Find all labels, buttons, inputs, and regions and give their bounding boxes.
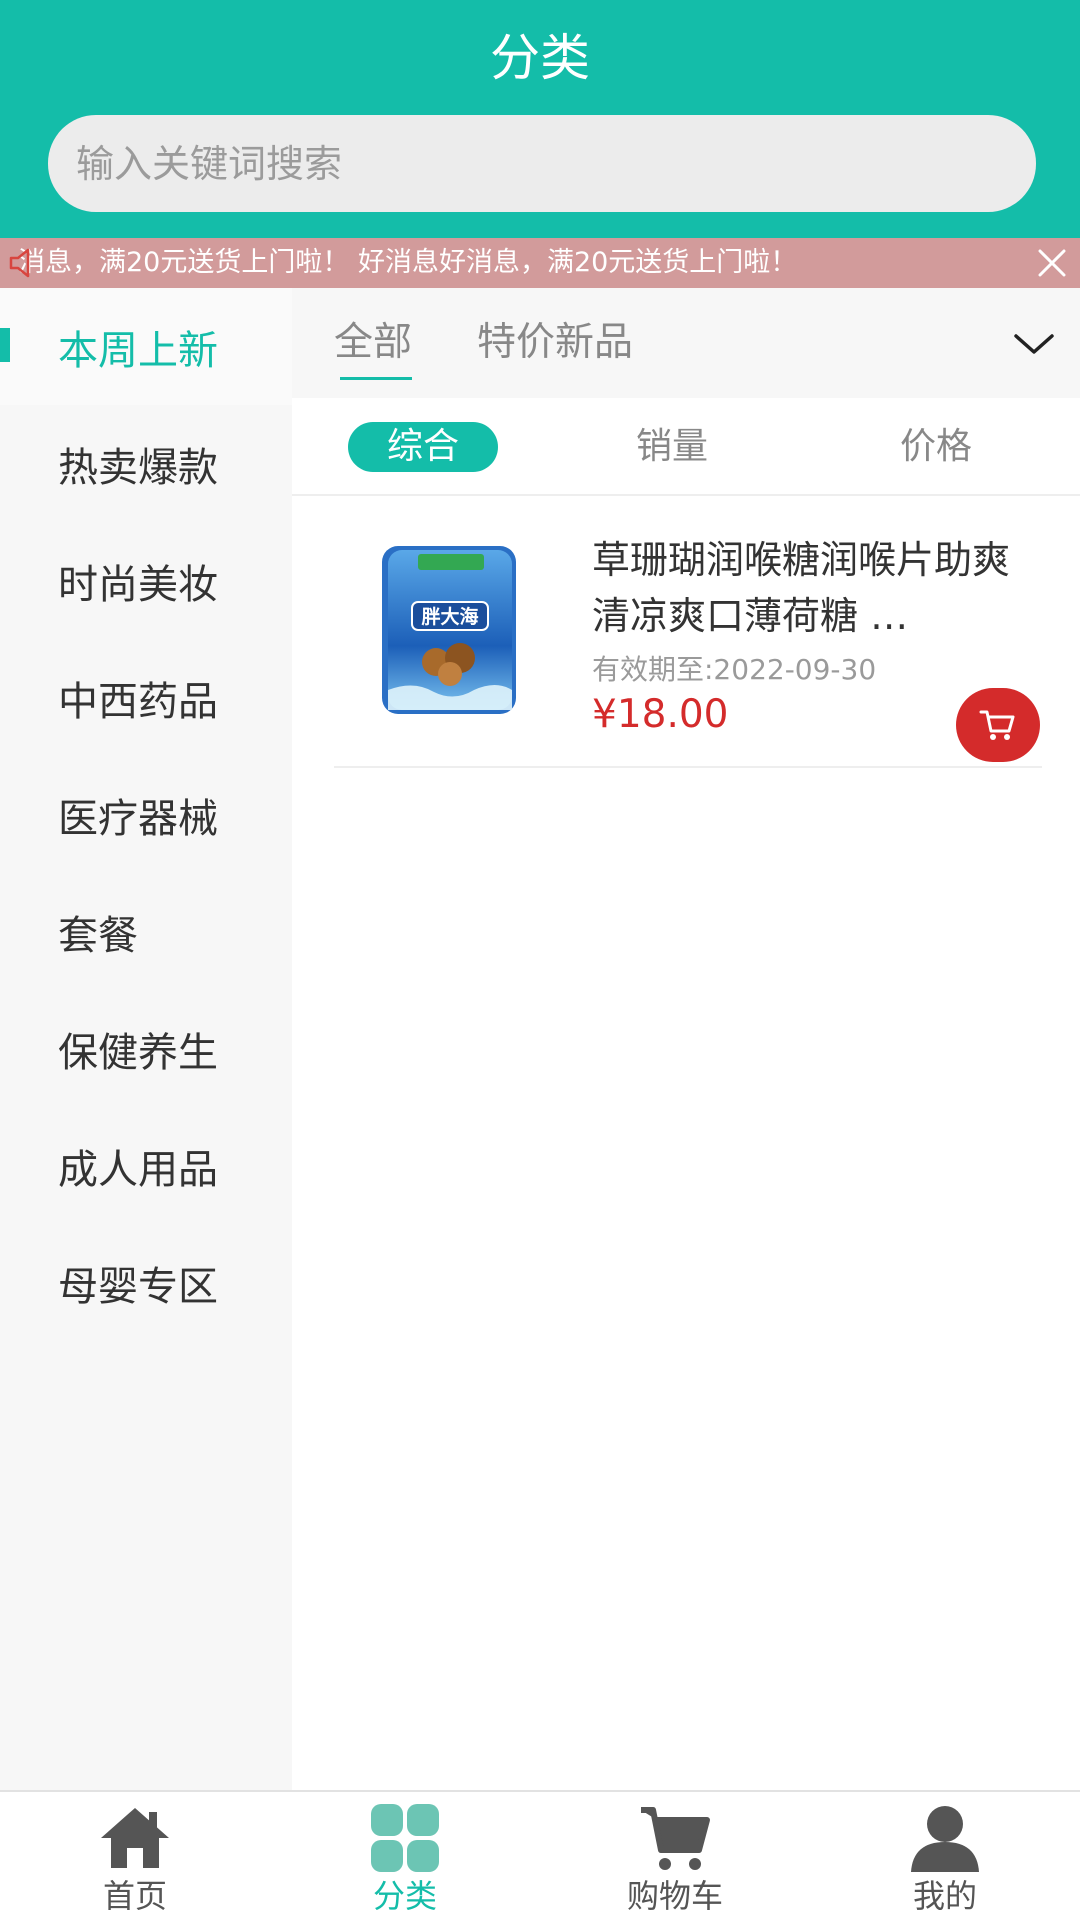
sidebar-item-adult[interactable]: 成人用品 (0, 1107, 292, 1224)
search-input[interactable] (48, 115, 1036, 212)
sort-bar: 综合 销量 价格 (292, 398, 1080, 496)
nav-label: 分类 (372, 1877, 437, 1915)
cart-icon (979, 710, 1015, 740)
category-sidebar: 本周上新 热卖爆款 时尚美妆 中西药品 医疗器械 套餐 保健养生 成人用品 母婴… (0, 288, 292, 1790)
product-expiry: 有效期至:2022-09-30 (592, 653, 877, 686)
user-icon (911, 1806, 979, 1872)
nav-label: 我的 (912, 1877, 977, 1915)
sidebar-item-beauty[interactable]: 时尚美妆 (0, 522, 292, 639)
sidebar-item-hot-sellers[interactable]: 热卖爆款 (0, 405, 292, 522)
sidebar-item-label: 医疗器械 (58, 795, 218, 842)
active-indicator (0, 328, 10, 362)
sidebar-item-label: 时尚美妆 (58, 561, 218, 608)
nav-home[interactable]: 首页 (0, 1792, 270, 1920)
search-bar[interactable] (48, 115, 1036, 212)
sidebar-item-new-this-week[interactable]: 本周上新 (0, 288, 292, 405)
sidebar-item-label: 中西药品 (58, 678, 218, 725)
product-title[interactable]: 草珊瑚润喉糖润喉片助爽 清凉爽口薄荷糖 … (592, 532, 1040, 644)
tab-underline (340, 377, 412, 380)
sort-price[interactable]: 价格 (876, 422, 996, 472)
sidebar-item-bundles[interactable]: 套餐 (0, 873, 292, 990)
page-title: 分类 (490, 29, 590, 87)
subcategory-tabs: 全部 特价新品 (292, 288, 1080, 398)
add-to-cart-button[interactable] (956, 688, 1040, 762)
product-image-label: 胖大海 (421, 605, 478, 628)
header: 分类 (0, 0, 1080, 238)
sidebar-item-label: 套餐 (58, 912, 138, 959)
bottom-nav: 首页 分类 购物车 我的 (0, 1790, 1080, 1920)
tab-all[interactable]: 全部 (334, 318, 412, 368)
sidebar-item-medical-devices[interactable]: 医疗器械 (0, 756, 292, 873)
product-image[interactable]: 胖大海 (374, 540, 524, 720)
nav-mine[interactable]: 我的 (810, 1792, 1080, 1920)
tab-special-new[interactable]: 特价新品 (477, 318, 633, 368)
sort-sales[interactable]: 销量 (612, 422, 732, 472)
cart-icon (641, 1807, 710, 1870)
home-icon (101, 1808, 169, 1868)
category-icon (371, 1804, 439, 1872)
sidebar-item-medicines[interactable]: 中西药品 (0, 639, 292, 756)
sidebar-item-label: 热卖爆款 (58, 444, 218, 491)
speaker-icon (9, 248, 30, 278)
sidebar-item-label: 本周上新 (58, 327, 218, 374)
sort-comprehensive[interactable]: 综合 (348, 422, 498, 472)
nav-cart[interactable]: 购物车 (540, 1792, 810, 1920)
close-icon[interactable] (1032, 243, 1072, 283)
nav-label: 购物车 (626, 1877, 723, 1915)
notice-text: 消息，满20元送货上门啦！ 好消息好消息，满20元送货上门啦！ (18, 247, 798, 278)
sidebar-item-label: 母婴专区 (58, 1263, 218, 1310)
sidebar-item-label: 保健养生 (58, 1029, 218, 1076)
sidebar-item-health[interactable]: 保健养生 (0, 990, 292, 1107)
notice-bar: 消息，满20元送货上门啦！ 好消息好消息，满20元送货上门啦！ (0, 238, 1080, 288)
product-price: ¥18.00 (592, 692, 729, 737)
chevron-down-icon[interactable] (1010, 328, 1058, 360)
nav-category[interactable]: 分类 (270, 1792, 540, 1920)
sidebar-item-label: 成人用品 (58, 1146, 218, 1193)
sidebar-item-maternity[interactable]: 母婴专区 (0, 1224, 292, 1341)
nav-label: 首页 (102, 1877, 167, 1915)
product-card[interactable]: 胖大海 草珊瑚润喉糖润喉片助爽 清凉爽口薄荷糖 … 有效期至:2022-09-3… (334, 498, 1042, 768)
